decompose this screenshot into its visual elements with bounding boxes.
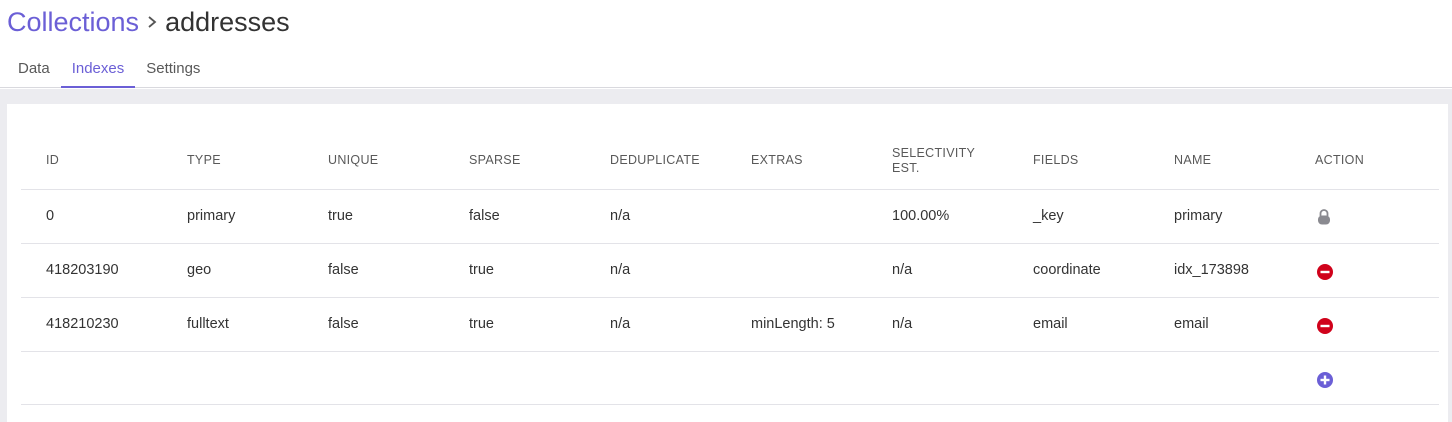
column-header-extras: EXTRAS xyxy=(726,133,867,190)
tab-settings[interactable]: Settings xyxy=(135,52,211,88)
cell-selectivity: 100.00% xyxy=(867,189,1008,244)
delete-icon[interactable] xyxy=(1317,264,1333,280)
column-header-deduplicate: DEDUPLICATE xyxy=(585,133,726,190)
cell-name: idx_173898 xyxy=(1149,243,1290,298)
table-row: 418210230 fulltext false true n/a minLen… xyxy=(21,297,1439,352)
cell-fields: coordinate xyxy=(1008,243,1149,298)
cell-deduplicate: n/a xyxy=(585,297,726,352)
cell-sparse: true xyxy=(444,297,585,352)
cell-name: email xyxy=(1149,297,1290,352)
column-header-sparse: SPARSE xyxy=(444,133,585,190)
cell-type: fulltext xyxy=(162,297,303,352)
content-area: ID TYPE UNIQUE SPARSE DEDUPLICATE EXTRAS… xyxy=(0,89,1452,422)
cell-fields: email xyxy=(1008,297,1149,352)
cell-id: 418203190 xyxy=(21,243,162,298)
column-header-type: TYPE xyxy=(162,133,303,190)
table-row: 418203190 geo false true n/a n/a coordin… xyxy=(21,243,1439,298)
cell-type: primary xyxy=(162,189,303,244)
cell-fields: _key xyxy=(1008,189,1149,244)
cell-name: primary xyxy=(1149,189,1290,244)
add-index-icon[interactable] xyxy=(1317,371,1333,388)
column-header-action: ACTION xyxy=(1290,133,1439,190)
chevron-right-icon xyxy=(141,5,163,39)
cell-extras: minLength: 5 xyxy=(726,297,867,352)
tab-bar: Data Indexes Settings xyxy=(7,52,211,88)
cell-selectivity: n/a xyxy=(867,243,1008,298)
column-header-id: ID xyxy=(21,133,162,190)
cell-unique: false xyxy=(303,243,444,298)
indexes-table: ID TYPE UNIQUE SPARSE DEDUPLICATE EXTRAS… xyxy=(21,133,1439,405)
lock-icon xyxy=(1317,208,1333,225)
delete-icon[interactable] xyxy=(1317,318,1333,334)
table-row: 0 primary true false n/a 100.00% _key pr… xyxy=(21,189,1439,244)
cell-id: 0 xyxy=(21,189,162,244)
page-header: Collections addresses Data Indexes Setti… xyxy=(0,0,1452,88)
add-index-row xyxy=(21,351,1439,405)
column-header-unique: UNIQUE xyxy=(303,133,444,190)
page-title: addresses xyxy=(165,6,290,37)
cell-extras xyxy=(726,189,867,244)
indexes-panel: ID TYPE UNIQUE SPARSE DEDUPLICATE EXTRAS… xyxy=(7,104,1448,422)
cell-id: 418210230 xyxy=(21,297,162,352)
cell-action xyxy=(1290,189,1439,244)
breadcrumb: Collections addresses xyxy=(7,5,290,39)
cell-sparse: true xyxy=(444,243,585,298)
cell-unique: true xyxy=(303,189,444,244)
cell-action xyxy=(1290,297,1439,352)
column-header-name: NAME xyxy=(1149,133,1290,190)
cell-extras xyxy=(726,243,867,298)
column-header-fields: FIELDS xyxy=(1008,133,1149,190)
cell-selectivity: n/a xyxy=(867,297,1008,352)
cell-type: geo xyxy=(162,243,303,298)
tab-data[interactable]: Data xyxy=(7,52,61,88)
cell-sparse: false xyxy=(444,189,585,244)
tab-indexes[interactable]: Indexes xyxy=(60,52,136,88)
column-header-selectivity: SELECTIVITY EST. xyxy=(867,133,1008,190)
cell-action xyxy=(1290,243,1439,298)
cell-deduplicate: n/a xyxy=(585,243,726,298)
cell-deduplicate: n/a xyxy=(585,189,726,244)
table-header-row: ID TYPE UNIQUE SPARSE DEDUPLICATE EXTRAS… xyxy=(21,133,1439,190)
breadcrumb-collections-link[interactable]: Collections xyxy=(7,7,139,38)
cell-unique: false xyxy=(303,297,444,352)
cell-action xyxy=(1290,351,1439,405)
